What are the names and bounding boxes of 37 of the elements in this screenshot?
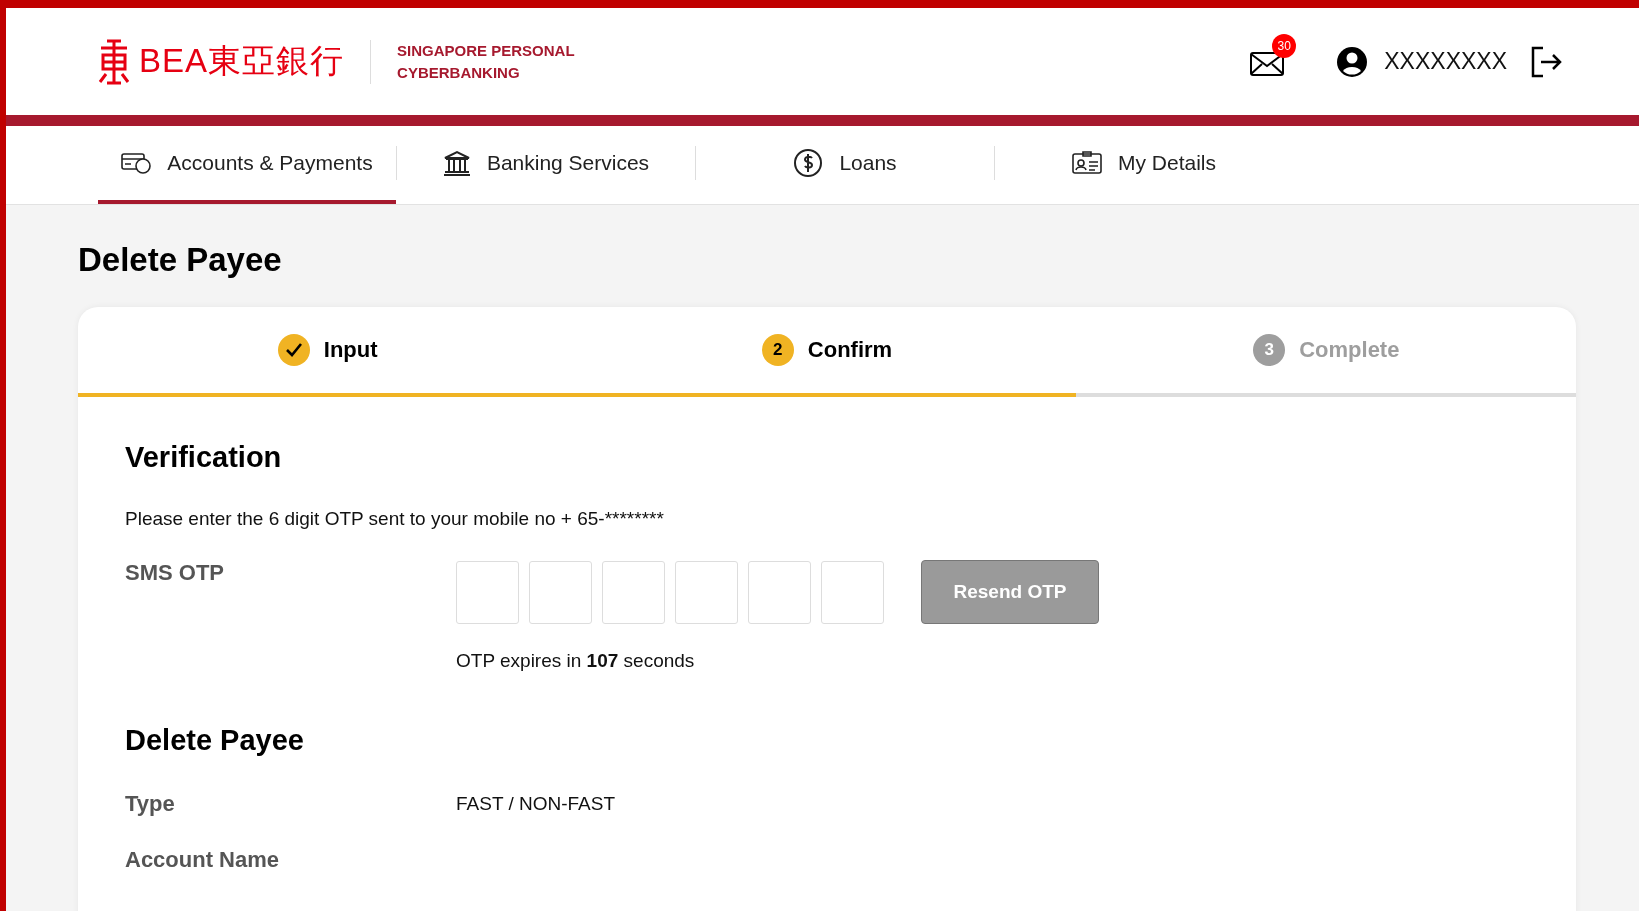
username: XXXXXXXX (1384, 48, 1507, 75)
otp-instruction: Please enter the 6 digit OTP sent to your mobile no + 65-******** (125, 508, 665, 530)
bank-building-icon (442, 150, 471, 176)
notification-badge: 30 (1272, 33, 1297, 58)
card-coin-icon (121, 152, 152, 174)
site-subtitle: CYBERBANKING (397, 62, 521, 83)
dollar-coin-icon (793, 148, 824, 178)
otp-digit-field[interactable] (602, 560, 665, 624)
otp-expiry-text: OTP expires in 107 seconds (456, 650, 696, 672)
otp-digit-field[interactable] (748, 560, 811, 624)
section-heading: Verification (125, 441, 283, 474)
section-heading: Delete Payee (125, 724, 305, 757)
bank-logo-text: BEA東亞銀行 (139, 41, 345, 81)
field-label: Account Name (125, 847, 281, 873)
nav-tab[interactable]: Banking Services (397, 126, 695, 204)
field-label: Type (125, 791, 176, 817)
step-number: 3 (1253, 334, 1286, 366)
mail-icon[interactable] (1250, 51, 1285, 76)
user-avatar-icon (1336, 45, 1369, 78)
nav-tab[interactable]: Loans (696, 126, 994, 204)
nav-tab[interactable]: My Details (995, 126, 1293, 204)
step-label: Complete (1299, 337, 1400, 363)
field-value: FAST / NON-FAST (456, 792, 617, 815)
bank-emblem-icon (97, 37, 131, 86)
otp-digit-field[interactable] (675, 560, 738, 624)
step-label: Input (323, 337, 378, 363)
nav-tab[interactable]: Accounts & Payments (98, 126, 396, 204)
otp-digit-field[interactable] (529, 560, 592, 624)
page-title: Delete Payee (78, 241, 283, 279)
logout-icon[interactable] (1529, 44, 1563, 79)
otp-digit-field[interactable] (821, 560, 884, 624)
site-subtitle: SINGAPORE PERSONAL (397, 40, 575, 61)
field-label: SMS OTP (125, 560, 225, 586)
step-label: Confirm (807, 337, 893, 363)
otp-digit-field[interactable] (456, 560, 519, 624)
id-card-icon (1072, 151, 1102, 175)
step-number: 2 (761, 334, 794, 366)
